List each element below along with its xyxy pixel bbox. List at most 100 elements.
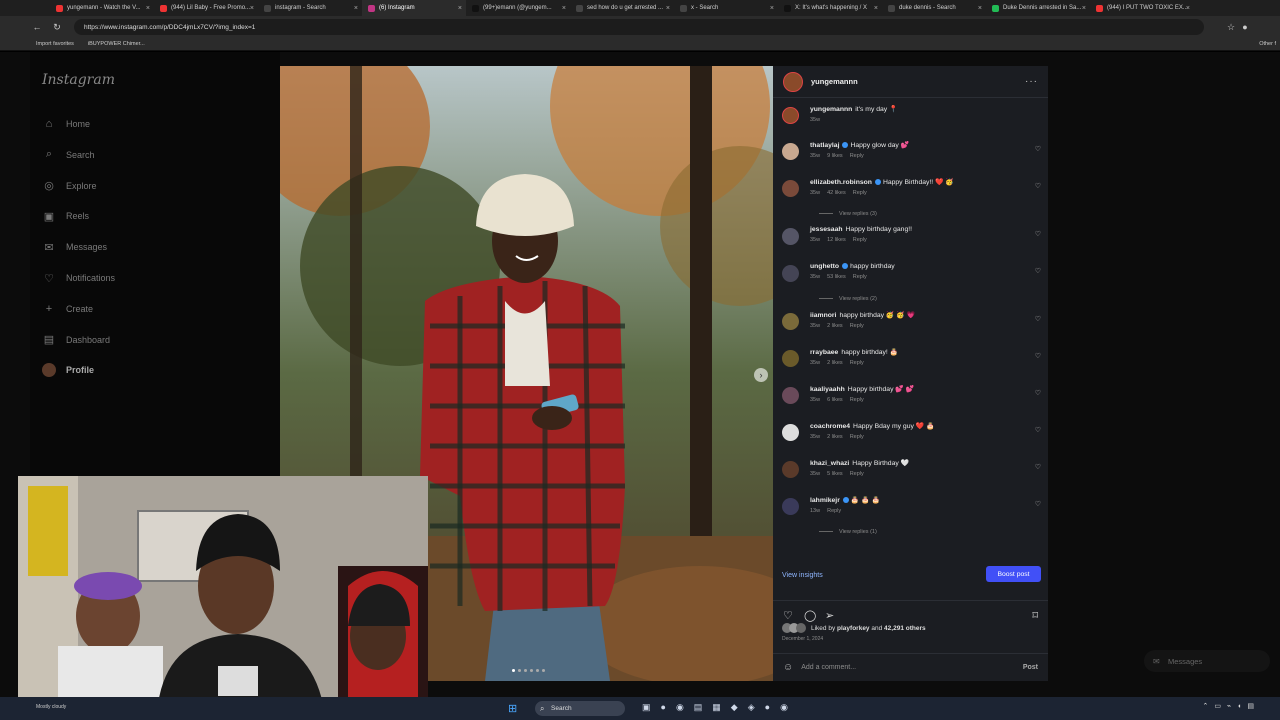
sidebar-item-messages[interactable]: ✉ Messages [42,240,107,254]
app-icons[interactable]: ▣●◉▤▦◆◈●◉ [642,702,798,713]
close-tab-icon[interactable]: × [458,5,462,12]
liked-by-user[interactable]: playforkey [837,625,870,632]
close-tab-icon[interactable]: × [146,5,150,12]
next-image-button[interactable]: › [754,368,768,382]
more-options-icon[interactable]: ··· [1025,76,1038,87]
close-tab-icon[interactable]: × [978,5,982,12]
comment-icon[interactable]: ◯ [804,609,816,622]
close-tab-icon[interactable]: × [770,5,774,12]
comment-username[interactable]: kaaliyaahh [810,386,845,393]
bookmark-other[interactable]: Other f [1259,41,1276,47]
favorites-icon[interactable]: ☆ [1224,22,1238,33]
sidebar-item-reels[interactable]: ▣ Reels [42,209,89,223]
post-comment-button[interactable]: Post [1023,664,1038,671]
close-tab-icon[interactable]: × [874,5,878,12]
comment-reply-button[interactable]: Reply [853,274,867,280]
commenter-avatar[interactable] [782,228,799,245]
comment-likes[interactable]: 53 likes [827,274,846,280]
caption-username[interactable]: yungemannn [810,106,852,113]
commenter-avatar[interactable] [782,265,799,282]
sidebar-item-create[interactable]: + Create [42,302,93,316]
sidebar-item-search[interactable]: ⌕ Search [42,148,95,162]
close-tab-icon[interactable]: × [1082,5,1086,12]
messages-floating-button[interactable]: ✉ Messages [1144,650,1270,672]
browser-tab[interactable]: sed how do u get arrested ... × [570,0,674,16]
comment-username[interactable]: jessesaah [810,226,843,233]
caption-avatar[interactable] [782,107,799,124]
browser-tab[interactable]: instagram - Search × [258,0,362,16]
add-comment-input[interactable]: Add a comment... [801,664,856,671]
close-tab-icon[interactable]: × [666,5,670,12]
commenter-avatar[interactable] [782,461,799,478]
comment-like-icon[interactable]: ♡ [1035,230,1041,238]
comment-username[interactable]: thatlaylaj [810,142,839,149]
browser-tab[interactable]: Duke Dennis arrested in Sa... × [986,0,1090,16]
author-avatar[interactable] [783,71,803,92]
comment-like-icon[interactable]: ♡ [1035,389,1041,397]
comment-like-icon[interactable]: ♡ [1035,145,1041,153]
comment-likes[interactable]: 9 likes [827,153,843,159]
comment-likes[interactable]: 42 likes [827,190,846,196]
comment-username[interactable]: ellizabeth.robinson [810,179,872,186]
comment-username[interactable]: lahmikejr [810,497,840,504]
comment-likes[interactable]: 12 likes [827,237,846,243]
comment-reply-button[interactable]: Reply [850,323,864,329]
comment-likes[interactable]: 6 likes [827,397,843,403]
commenter-avatar[interactable] [782,498,799,515]
system-tray[interactable]: ⌃▭⌁◖▤ [1202,702,1260,710]
url-input[interactable]: https://www.instagram.com/p/DDC4jmLx7CV/… [74,19,1204,35]
comment-like-icon[interactable]: ♡ [1035,500,1041,508]
author-username[interactable]: yungemannn [811,77,858,86]
liked-by-text[interactable]: Liked by playforkey and 42,291 others [811,625,926,632]
close-tab-icon[interactable]: × [250,5,254,12]
comment-likes[interactable]: 2 likes [827,360,843,366]
taskbar-search[interactable]: ⌕ Search [535,701,625,716]
browser-tab[interactable]: (944) Lil Baby - Free Promo... × [154,0,258,16]
sidebar-item-dashboard[interactable]: ▤ Dashboard [42,333,110,347]
comment-like-icon[interactable]: ♡ [1035,267,1041,275]
comment-username[interactable]: rraybaee [810,349,838,356]
comment-reply-button[interactable]: Reply [850,434,864,440]
browser-tab[interactable]: yungemann - Watch the V... × [50,0,154,16]
sidebar-item-notifications[interactable]: ♡ Notifications [42,271,115,285]
comment-username[interactable]: unghetto [810,263,839,270]
close-tab-icon[interactable]: × [354,5,358,12]
comment-likes[interactable]: 2 likes [827,434,843,440]
comment-reply-button[interactable]: Reply [850,360,864,366]
comment-reply-button[interactable]: Reply [853,237,867,243]
view-insights-link[interactable]: View insights [782,572,823,579]
comment-like-icon[interactable]: ♡ [1035,463,1041,471]
comment-like-icon[interactable]: ♡ [1035,352,1041,360]
comment-like-icon[interactable]: ♡ [1035,315,1041,323]
comment-reply-button[interactable]: Reply [853,190,867,196]
commenter-avatar[interactable] [782,424,799,441]
sidebar-item-profile[interactable]: Profile [42,363,94,378]
comment-reply-button[interactable]: Reply [850,153,864,159]
browser-tab[interactable]: (99+)emann (@yungem... × [466,0,570,16]
comment-likes[interactable]: 2 likes [827,323,843,329]
comment-reply-button[interactable]: Reply [850,471,864,477]
comment-username[interactable]: iiamnori [810,312,836,319]
comment-like-icon[interactable]: ♡ [1035,182,1041,190]
back-icon[interactable]: ← [30,22,44,32]
commenter-avatar[interactable] [782,350,799,367]
like-icon[interactable]: ♡ [783,609,793,622]
start-icon[interactable]: ⊞ [508,702,517,715]
comment-username[interactable]: khazi_whazi [810,460,849,467]
commenter-avatar[interactable] [782,143,799,160]
browser-tab[interactable]: duke dennis - Search × [882,0,986,16]
browser-tab[interactable]: x - Search × [674,0,778,16]
commenter-avatar[interactable] [782,387,799,404]
comment-reply-button[interactable]: Reply [827,508,841,514]
emoji-icon[interactable]: ☺ [783,662,793,673]
sidebar-item-home[interactable]: ⌂ Home [42,117,90,131]
comment-likes[interactable]: 5 likes [827,471,843,477]
bookmark-import[interactable]: Import favorites [36,41,74,47]
close-tab-icon[interactable]: × [1186,5,1190,12]
comment-username[interactable]: coachrome4 [810,423,850,430]
instagram-logo[interactable]: Instagram [42,72,115,88]
bookmark-ibuypower[interactable]: iBUYPOWER Chimer... [88,41,145,47]
sidebar-item-explore[interactable]: ◎ Explore [42,179,96,193]
weather-widget[interactable]: Mostly cloudy [36,704,66,710]
profile-icon[interactable]: ● [1238,22,1252,32]
